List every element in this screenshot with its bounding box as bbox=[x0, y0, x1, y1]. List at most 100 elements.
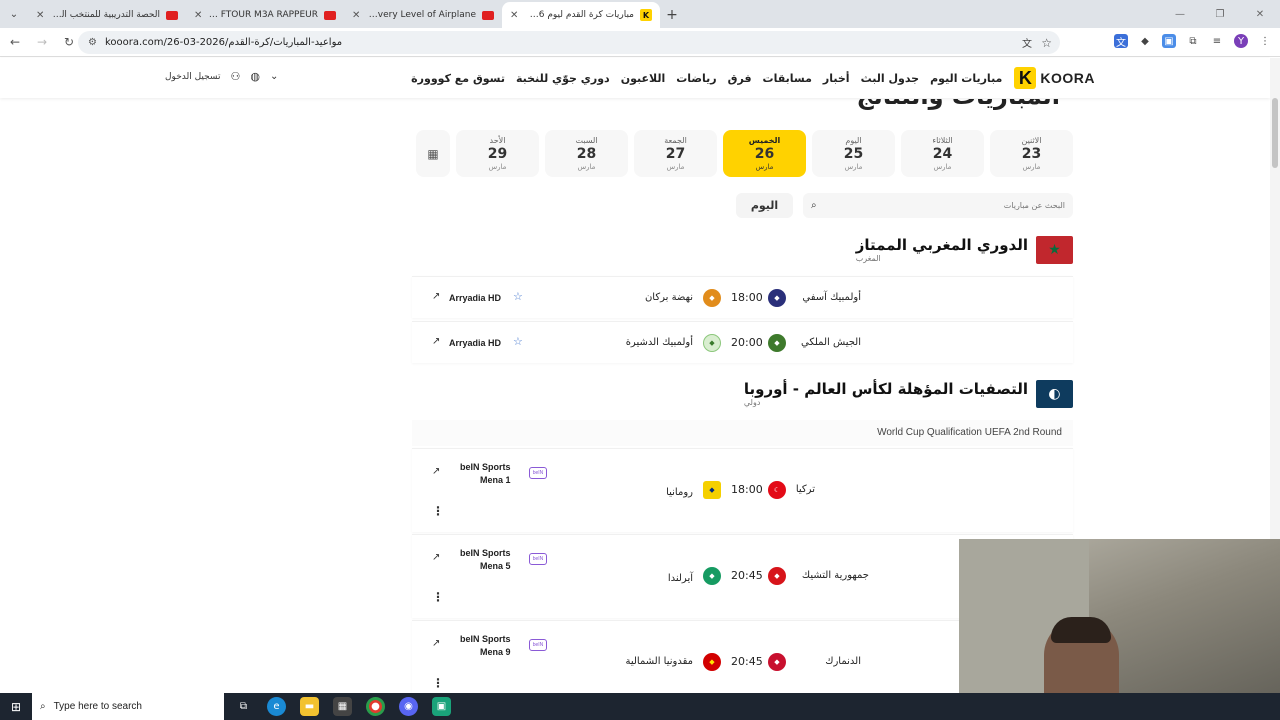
user-icon[interactable]: ⚇ bbox=[230, 70, 240, 83]
extension-translate-icon[interactable]: 文 bbox=[1114, 34, 1128, 49]
nav-item-shop[interactable]: تسوق مع كووورة bbox=[411, 72, 505, 85]
close-icon[interactable]: ✕ bbox=[194, 10, 202, 21]
external-link-icon[interactable]: ↗ bbox=[432, 552, 440, 563]
scrollbar-thumb[interactable] bbox=[1272, 98, 1278, 168]
browser-tab-active[interactable]: K مباريات كرة القدم ليوم 26 مارس ✕ bbox=[502, 2, 660, 28]
ireland-crest-icon: ◆ bbox=[703, 567, 721, 585]
filter-row: اليوم ⌕ bbox=[736, 193, 1073, 218]
external-link-icon[interactable]: ↗ bbox=[432, 638, 440, 649]
store-icon[interactable]: ▦ bbox=[333, 697, 352, 716]
league-country: دولي bbox=[743, 398, 761, 407]
discord-icon[interactable]: ◉ bbox=[399, 697, 418, 716]
nav-item-elite-league[interactable]: دوري جوّي للنخبة bbox=[516, 72, 610, 85]
more-options-icon[interactable]: ⋮ bbox=[432, 590, 444, 604]
address-bar[interactable]: ⚙ kooora.com/26-03-2026/مواعيد-المباريات… bbox=[78, 31, 1060, 54]
nav-item-players[interactable]: اللاعبون bbox=[621, 72, 666, 85]
nav-item-matches-today[interactable]: مباريات اليوم bbox=[930, 72, 1002, 85]
chrome-icon[interactable]: ● bbox=[366, 697, 385, 716]
league-header[interactable]: ◐ التصفيات المؤهلة لكأس العالم - أوروبا … bbox=[412, 380, 1073, 414]
windows-start-icon[interactable]: ⊞ bbox=[0, 693, 32, 720]
tv-channel: beIN Sports Mena 5 bbox=[460, 547, 511, 573]
date-day: الاثنين bbox=[1021, 136, 1042, 145]
close-icon[interactable]: ✕ bbox=[510, 10, 518, 21]
browser-tab[interactable]: LOUN FTOUR M3A RAPPEUR ع ✕ bbox=[186, 2, 344, 28]
search-input[interactable] bbox=[816, 201, 1065, 210]
nav-item-teams[interactable]: فرق bbox=[728, 72, 752, 85]
nav-item-competitions[interactable]: مسابقات bbox=[763, 72, 812, 85]
browser-tab[interactable]: الحصة التدريبية للمنتخب المغربي ✕ bbox=[28, 2, 186, 28]
nav-item-tv-schedule[interactable]: جدول البث bbox=[861, 72, 920, 85]
site-info-icon[interactable]: ⚙ bbox=[88, 37, 97, 48]
browser-tab[interactable]: I Tested Every Level of Airplane ✕ bbox=[344, 2, 502, 28]
koora-logo[interactable]: K KOORA bbox=[1014, 67, 1095, 89]
main-nav: مباريات اليوم جدول البث أخبار مسابقات فر… bbox=[411, 72, 1002, 85]
external-link-icon[interactable]: ↗ bbox=[432, 291, 440, 302]
close-icon[interactable]: ✕ bbox=[352, 10, 360, 21]
external-link-icon[interactable]: ↗ bbox=[432, 336, 440, 347]
date-card[interactable]: اليوم 25 مارس bbox=[812, 130, 895, 177]
date-card[interactable]: الثلاثاء 24 مارس bbox=[901, 130, 984, 177]
window-close-icon[interactable]: ✕ bbox=[1240, 0, 1280, 28]
taskbar-search[interactable]: ⌕ Type here to search bbox=[32, 693, 224, 720]
search-icon: ⌕ bbox=[40, 701, 46, 712]
edge-icon[interactable]: e bbox=[267, 697, 286, 716]
date-card-selected[interactable]: الخميس 26 مارس bbox=[723, 130, 806, 177]
date-card[interactable]: الجمعة 27 مارس bbox=[634, 130, 717, 177]
close-icon[interactable]: ✕ bbox=[36, 10, 44, 21]
extension-diamond-icon[interactable]: ◆ bbox=[1138, 34, 1152, 48]
login-link[interactable]: تسجيل الدخول bbox=[165, 72, 220, 82]
profile-avatar-icon[interactable]: Y bbox=[1234, 34, 1248, 48]
date-number: 23 bbox=[1021, 146, 1042, 162]
external-link-icon[interactable]: ↗ bbox=[432, 466, 440, 477]
language-globe-icon[interactable]: ◍ bbox=[250, 70, 260, 83]
file-explorer-icon[interactable]: ▬ bbox=[300, 697, 319, 716]
home-team: أولمبيك آسفي bbox=[802, 292, 861, 303]
world-map-icon: ◐ bbox=[1036, 380, 1073, 408]
tab-title: الحصة التدريبية للمنتخب المغربي bbox=[50, 10, 160, 20]
favorite-star-icon[interactable]: ☆ bbox=[513, 335, 523, 348]
today-filter-button[interactable]: اليوم bbox=[736, 193, 793, 218]
date-day: الأحد bbox=[489, 136, 506, 145]
tab-search-icon[interactable]: ⌄ bbox=[0, 0, 28, 28]
app-green-icon[interactable]: ▣ bbox=[432, 697, 451, 716]
youtube-favicon-icon bbox=[324, 10, 336, 20]
search-icon[interactable]: ⌕ bbox=[811, 200, 817, 211]
forward-icon[interactable]: → bbox=[30, 35, 54, 49]
calendar-icon[interactable]: ▦ bbox=[416, 130, 450, 177]
task-view-icon[interactable]: ⧉ bbox=[234, 697, 253, 716]
koora-logo-mark-icon: K bbox=[1014, 67, 1037, 89]
more-options-icon[interactable]: ⋮ bbox=[432, 676, 444, 690]
date-card[interactable]: الاثنين 23 مارس bbox=[990, 130, 1073, 177]
date-month: مارس bbox=[488, 163, 507, 171]
new-tab-icon[interactable]: + bbox=[660, 2, 684, 28]
away-team: أولمبيك الدشيرة bbox=[625, 337, 693, 348]
translate-icon[interactable]: 文 bbox=[1022, 35, 1032, 50]
match-row[interactable]: الجيش الملكي ◆ 20:00 ◆ أولمبيك الدشيرة ☆… bbox=[412, 321, 1073, 363]
bookmark-star-icon[interactable]: ☆ bbox=[1041, 36, 1052, 50]
restore-icon[interactable]: ❐ bbox=[1200, 0, 1240, 28]
more-options-icon[interactable]: ⋮ bbox=[432, 504, 444, 518]
favorite-star-icon[interactable]: ☆ bbox=[513, 290, 523, 303]
chevron-down-icon[interactable]: ⌄ bbox=[270, 71, 278, 82]
nav-item-sports[interactable]: رياضات bbox=[676, 72, 716, 85]
league-country: المغرب bbox=[855, 254, 881, 263]
away-team: آيرلندا bbox=[667, 573, 693, 584]
match-row[interactable]: تركيا ☾ 18:00 ◆ رومانيا beIN beIN Sports… bbox=[412, 448, 1073, 532]
date-card[interactable]: السبت 28 مارس bbox=[545, 130, 628, 177]
browser-menu-icon[interactable]: ⋮ bbox=[1258, 34, 1272, 48]
minimize-icon[interactable]: — bbox=[1160, 0, 1200, 28]
league-header[interactable]: ★ الدوري المغربي الممتاز المغرب bbox=[412, 236, 1073, 270]
tv-channel: beIN Sports Mena 1 bbox=[460, 461, 511, 487]
away-team: مقدونيا الشمالية bbox=[625, 656, 693, 667]
tab-title: I Tested Every Level of Airplane bbox=[366, 10, 476, 20]
back-icon[interactable]: ← bbox=[3, 35, 27, 49]
extensions-puzzle-icon[interactable]: ⧉ bbox=[1186, 34, 1200, 48]
extension-image-icon[interactable]: ▣ bbox=[1162, 34, 1176, 48]
tab-title: LOUN FTOUR M3A RAPPEUR ع bbox=[208, 10, 318, 20]
tv-channel-line: Mena 9 bbox=[480, 647, 511, 657]
date-card[interactable]: الأحد 29 مارس bbox=[456, 130, 539, 177]
reading-list-icon[interactable]: ≡ bbox=[1210, 34, 1224, 48]
url-text: kooora.com/26-03-2026/مواعيد-المباريات/ك… bbox=[104, 37, 343, 48]
nav-item-news[interactable]: أخبار bbox=[823, 72, 850, 85]
match-row[interactable]: أولمبيك آسفي ◆ 18:00 ◆ نهضة بركان ☆ Arry… bbox=[412, 276, 1073, 318]
